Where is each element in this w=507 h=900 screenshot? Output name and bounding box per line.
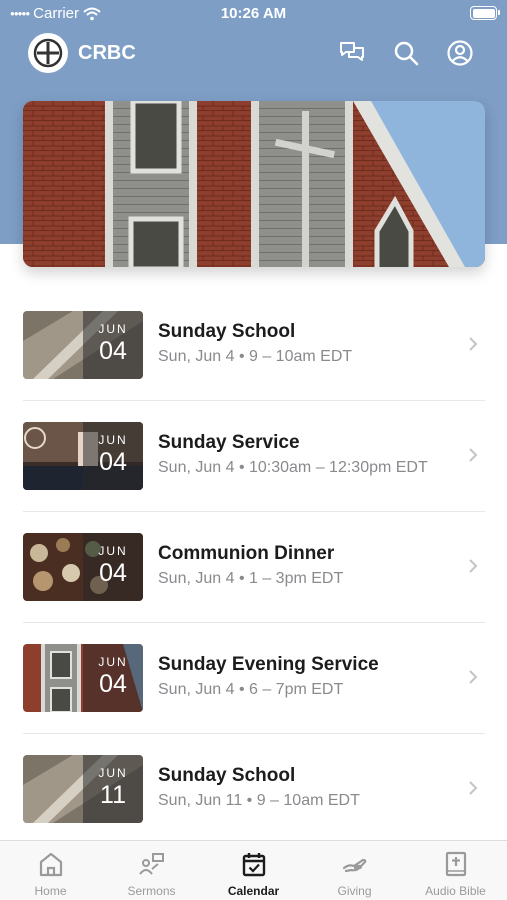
bible-icon	[445, 851, 467, 877]
event-month: JUN	[98, 433, 128, 447]
chat-icon[interactable]	[338, 39, 366, 67]
tab-audio-bible[interactable]: Audio Bible	[405, 841, 506, 900]
chevron-right-icon	[469, 559, 478, 573]
cross-logo-icon	[33, 38, 63, 68]
tab-sermons[interactable]: Sermons	[101, 841, 202, 900]
event-day: 04	[99, 337, 127, 365]
profile-icon[interactable]	[446, 39, 474, 67]
event-month: JUN	[98, 322, 128, 336]
event-day: 11	[100, 781, 126, 809]
event-row[interactable]: JUN 04 Communion Dinner Sun, Jun 4 • 1 –…	[0, 512, 507, 623]
event-month: JUN	[98, 544, 128, 558]
event-time: Sun, Jun 4 • 6 – 7pm EDT	[158, 681, 344, 698]
tab-label: Audio Bible	[425, 884, 486, 898]
tab-giving[interactable]: Giving	[304, 841, 405, 900]
calendar-icon	[242, 853, 266, 877]
event-thumbnail: JUN 04	[23, 533, 143, 601]
event-title: Sunday Evening Service	[158, 654, 379, 675]
event-list: JUN 04 Sunday School Sun, Jun 4 • 9 – 10…	[0, 290, 507, 845]
tab-label: Calendar	[227, 884, 280, 898]
event-time: Sun, Jun 4 • 9 – 10am EDT	[158, 348, 353, 365]
event-title: Sunday Service	[158, 432, 300, 453]
tab-label: Sermons	[127, 884, 176, 898]
event-day: 04	[99, 670, 127, 698]
status-time: 10:26 AM	[220, 5, 287, 22]
event-row[interactable]: JUN 04 Sunday Service Sun, Jun 4 • 10:30…	[0, 401, 507, 512]
home-icon	[39, 852, 63, 877]
event-thumbnail: JUN 04	[23, 644, 143, 712]
event-thumbnail: JUN 04	[23, 311, 143, 379]
event-title: Sunday School	[158, 321, 296, 342]
event-day: 04	[99, 559, 127, 587]
event-title: Sunday School	[158, 765, 296, 786]
event-month: JUN	[98, 766, 128, 780]
event-day: 04	[99, 448, 127, 476]
event-row[interactable]: JUN 11 Sunday School Sun, Jun 11 • 9 – 1…	[0, 734, 507, 845]
event-title: Communion Dinner	[158, 543, 335, 564]
church-logo[interactable]	[28, 33, 68, 73]
event-thumbnail: JUN 11	[23, 755, 143, 823]
chevron-right-icon	[469, 337, 478, 351]
giving-icon	[342, 858, 367, 873]
search-icon[interactable]	[392, 39, 420, 67]
sermons-icon	[139, 853, 164, 875]
event-thumbnail: JUN 04	[23, 422, 143, 490]
event-row[interactable]: JUN 04 Sunday Evening Service Sun, Jun 4…	[0, 623, 507, 734]
status-bar: ●●●●● Carrier 10:26 AM	[0, 0, 507, 28]
tab-label: Giving	[337, 884, 372, 898]
event-row[interactable]: JUN 04 Sunday School Sun, Jun 4 • 9 – 10…	[0, 290, 507, 401]
chevron-right-icon	[469, 670, 478, 684]
date-badge: JUN 04	[83, 533, 143, 601]
tab-calendar[interactable]: Calendar	[203, 841, 304, 900]
event-month: JUN	[98, 655, 128, 669]
chevron-right-icon	[469, 448, 478, 462]
tab-label: Home	[34, 884, 67, 898]
hero-church-image	[23, 101, 485, 267]
app-name: CRBC	[78, 42, 136, 64]
date-badge: JUN 11	[83, 755, 143, 823]
event-time: Sun, Jun 4 • 1 – 3pm EDT	[158, 570, 344, 587]
event-time: Sun, Jun 4 • 10:30am – 12:30pm EDT	[158, 459, 428, 476]
date-badge: JUN 04	[83, 311, 143, 379]
battery-icon	[470, 6, 500, 20]
date-badge: JUN 04	[83, 644, 143, 712]
tab-bar: Home Sermons Calendar Giving Audio Bible	[0, 840, 507, 900]
app-header: CRBC	[0, 30, 507, 76]
date-badge: JUN 04	[83, 422, 143, 490]
event-time: Sun, Jun 11 • 9 – 10am EDT	[158, 792, 360, 809]
tab-home[interactable]: Home	[0, 841, 101, 900]
chevron-right-icon	[469, 781, 478, 795]
